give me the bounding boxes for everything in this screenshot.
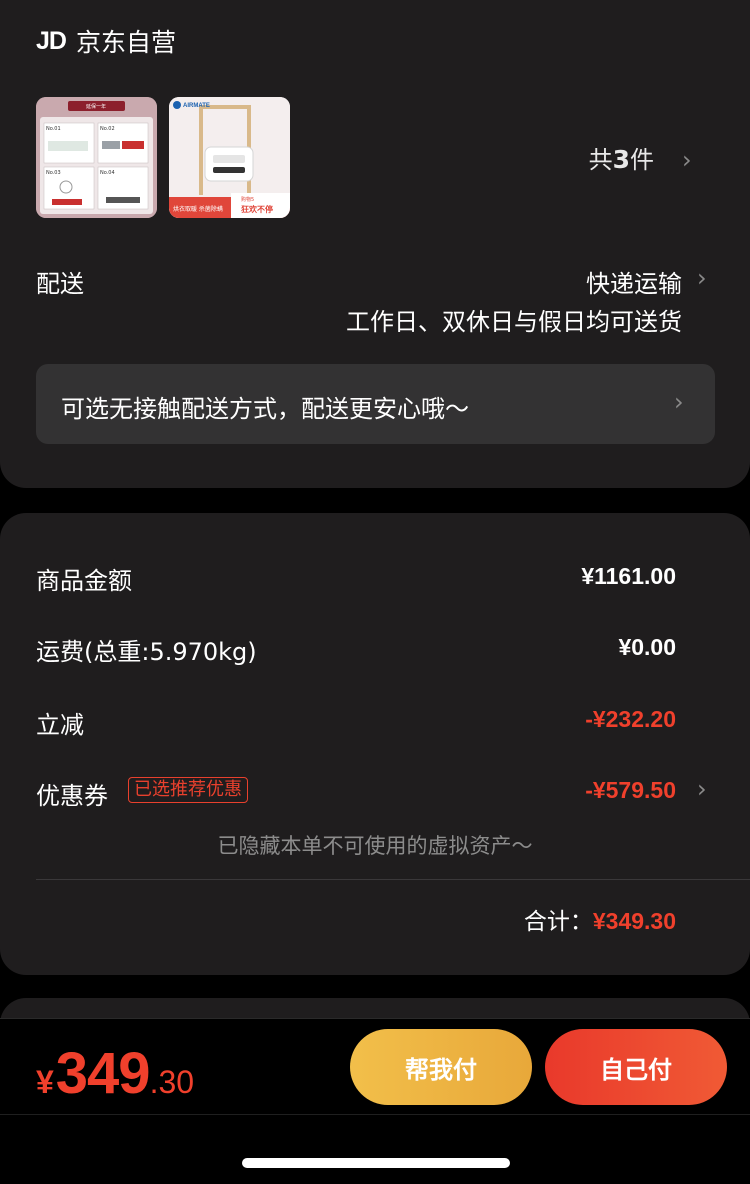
- item-count[interactable]: 共3件: [589, 140, 654, 175]
- coupon-recommended-badge: 已选推荐优惠: [128, 777, 248, 803]
- svg-text:购物5: 购物5: [241, 196, 254, 203]
- svg-text:延保一年: 延保一年: [86, 103, 106, 110]
- store-header[interactable]: JD 京东自营: [36, 24, 176, 58]
- goods-amount-value: ¥1161.00: [581, 563, 676, 589]
- item-count-number: 3: [612, 145, 630, 174]
- help-me-pay-button[interactable]: 帮我付: [350, 1029, 532, 1105]
- item-count-suffix: 件: [630, 146, 654, 174]
- delivery-label: 配送: [36, 270, 84, 298]
- instant-discount-label: 立减: [36, 711, 84, 739]
- store-name: 京东自营: [75, 28, 176, 57]
- pay-myself-button[interactable]: 自己付: [545, 1029, 727, 1105]
- delivery-chevron-right-icon[interactable]: ›: [697, 264, 707, 292]
- svg-text:No.04: No.04: [100, 170, 115, 176]
- total-label: 合计：: [523, 909, 593, 935]
- currency-symbol: ¥: [36, 1064, 54, 1100]
- shipping-value: ¥0.00: [618, 634, 676, 660]
- items-chevron-right-icon[interactable]: ›: [682, 146, 692, 174]
- svg-text:No.01: No.01: [46, 126, 61, 132]
- coupon-chevron-right-icon[interactable]: ›: [697, 775, 707, 803]
- warranty-image-icon: 延保一年 No.01 No.02 No.03 No.04: [36, 97, 157, 218]
- price-divider: [36, 879, 750, 880]
- svg-text:No.02: No.02: [100, 126, 115, 132]
- delivery-method[interactable]: 快递运输: [586, 264, 682, 299]
- item-count-prefix: 共: [588, 146, 613, 174]
- order-total: 合计：¥349.30: [524, 902, 676, 936]
- coupon-label: 优惠券: [36, 782, 108, 810]
- hidden-assets-note[interactable]: 已隐藏本单不可使用的虚拟资产～: [0, 830, 750, 860]
- heater-image-icon: AIRMATE 购物5 狂欢不停 烘衣取暖 杀菌除螨: [169, 97, 290, 218]
- price-decimal: .30: [149, 1064, 195, 1100]
- price-integer: 349: [55, 1041, 151, 1106]
- product-thumbnail-warranty[interactable]: 延保一年 No.01 No.02 No.03 No.04: [36, 97, 157, 218]
- contactless-delivery-option[interactable]: 可选无接触配送方式，配送更安心哦～ ›: [36, 364, 715, 444]
- contactless-chevron-right-icon: ›: [674, 388, 684, 416]
- delivery-schedule: 工作日、双休日与假日均可送货: [346, 308, 682, 336]
- svg-text:No.03: No.03: [46, 170, 61, 176]
- jd-logo-icon: JD: [36, 26, 67, 55]
- bottom-divider: [0, 1114, 750, 1115]
- product-thumbnail-heater[interactable]: AIRMATE 购物5 狂欢不停 烘衣取暖 杀菌除螨: [169, 97, 290, 218]
- svg-text:烘衣取暖 杀菌除螨: 烘衣取暖 杀菌除螨: [173, 205, 223, 213]
- pay-total-price: ¥ 349 .30: [36, 1040, 194, 1107]
- home-indicator[interactable]: [242, 1158, 510, 1168]
- instant-discount-value: -¥232.20: [585, 706, 676, 732]
- shipping-label: 运费(总重:5.970kg): [36, 638, 257, 666]
- contactless-delivery-text: 可选无接触配送方式，配送更安心哦～: [61, 395, 469, 423]
- total-value: ¥349.30: [592, 908, 676, 934]
- coupon-value[interactable]: -¥579.50: [585, 777, 676, 804]
- svg-text:狂欢不停: 狂欢不停: [241, 204, 273, 214]
- goods-amount-label: 商品金额: [36, 567, 132, 595]
- svg-text:AIRMATE: AIRMATE: [183, 103, 210, 109]
